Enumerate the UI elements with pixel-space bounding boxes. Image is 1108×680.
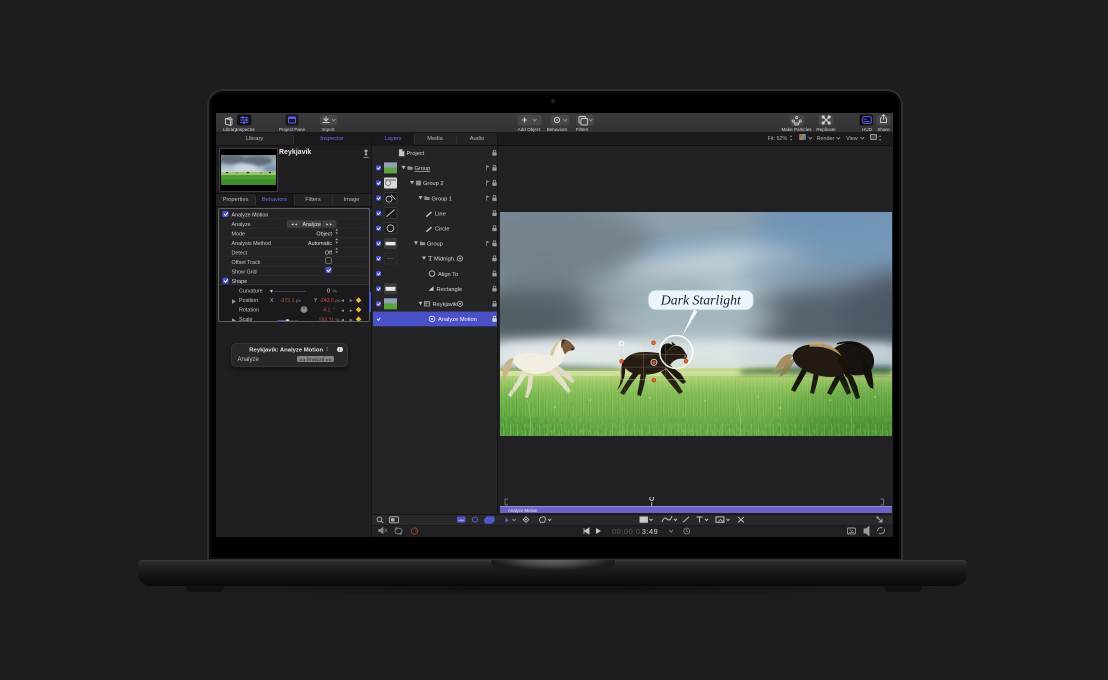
svg-text:°: ° (333, 306, 335, 311)
svg-text:00:00:0: 00:00:0 (612, 527, 641, 536)
svg-text:Automatic: Automatic (308, 241, 332, 247)
svg-text:Group 2: Group 2 (423, 181, 444, 187)
svg-text:%: % (335, 317, 339, 321)
svg-text:%: % (332, 288, 337, 294)
svg-text:Analyze Motion: Analyze Motion (438, 317, 477, 323)
svg-text:►►: ►► (325, 222, 332, 226)
svg-text:Shape: Shape (231, 279, 247, 285)
svg-text:Midnigh...: Midnigh... (434, 257, 459, 263)
svg-text:Object: Object (316, 231, 332, 237)
svg-text:Analyze: Analyze (231, 222, 250, 228)
svg-text:3:49: 3:49 (642, 527, 659, 536)
svg-text:Analyze: Analyze (302, 221, 321, 227)
svg-text:◄: ◄ (340, 298, 345, 304)
svg-text:px: px (296, 298, 301, 303)
svg-text:Project: Project (407, 151, 425, 157)
svg-text:-243.6: -243.6 (319, 298, 334, 304)
svg-text:◄: ◄ (340, 317, 345, 322)
svg-text:►: ► (348, 298, 353, 304)
svg-text:◄: ◄ (340, 307, 345, 313)
svg-text:Reykjavik: Reykjavik (433, 302, 457, 308)
svg-text:Circle: Circle (435, 227, 450, 233)
svg-text:Y: Y (314, 298, 318, 304)
svg-text:Mode: Mode (231, 231, 245, 237)
svg-text:183.11: 183.11 (318, 317, 334, 321)
svg-text:Group: Group (427, 242, 443, 248)
svg-text:Detect: Detect (231, 250, 247, 256)
svg-text:►: ► (348, 307, 353, 313)
svg-text:Analysis Method: Analysis Method (231, 241, 271, 247)
svg-text:Offset Track: Offset Track (231, 260, 260, 266)
svg-text:Align To: Align To (438, 272, 458, 278)
svg-text:Rotation: Rotation (239, 307, 259, 313)
svg-text:0: 0 (327, 288, 330, 294)
svg-text:Curvature: Curvature (239, 288, 263, 294)
svg-text:Off: Off (324, 250, 332, 256)
svg-text:Show Grid: Show Grid (231, 269, 256, 275)
svg-text:Line: Line (435, 211, 446, 217)
svg-text:Group 1: Group 1 (432, 196, 453, 202)
svg-text:4.1: 4.1 (323, 307, 330, 313)
svg-text:►: ► (348, 317, 353, 322)
svg-text:◄◄: ◄◄ (290, 222, 297, 226)
svg-text:-372.1: -372.1 (279, 298, 294, 304)
svg-text:Analyze Motion: Analyze Motion (231, 212, 268, 218)
svg-text:◄◄: ◄◄ (298, 357, 305, 361)
svg-text:►►: ►► (325, 357, 332, 361)
svg-text:Scale: Scale (239, 317, 253, 322)
svg-text:Group: Group (415, 166, 431, 172)
svg-text:Dark Starlight: Dark Starlight (660, 293, 742, 308)
svg-text:X: X (270, 298, 274, 304)
svg-text:Position: Position (239, 298, 258, 304)
svg-text:T: T (428, 255, 433, 263)
svg-text:Rectangle: Rectangle (437, 287, 463, 293)
svg-text:Analyze: Analyze (306, 357, 323, 363)
